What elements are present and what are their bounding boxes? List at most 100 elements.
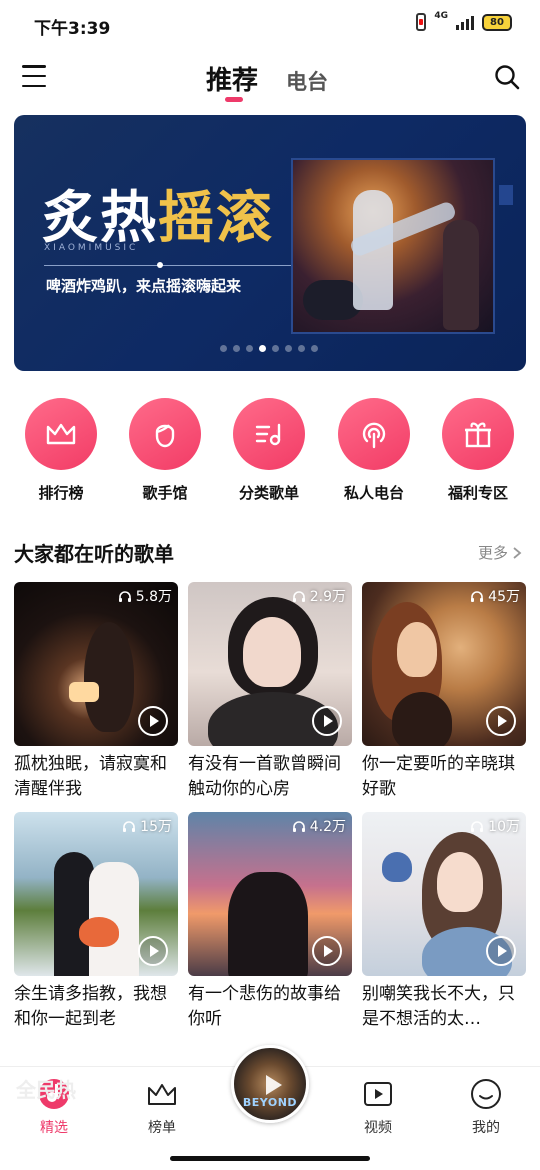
now-playing-disc[interactable]: BEYOND <box>231 1045 309 1123</box>
signal-icon <box>456 14 474 30</box>
play-count-value: 4.2万 <box>309 819 346 835</box>
playlist-cover: 2.9万 <box>188 582 352 746</box>
now-playing-cover-text: BEYOND <box>242 1096 298 1109</box>
playlist-cover: 10万 <box>362 812 526 976</box>
page-dot <box>298 345 305 352</box>
singer-icon <box>155 424 175 448</box>
playlist-title: 你一定要听的辛晓琪好歌 <box>362 754 515 799</box>
quick-entry-private-radio[interactable]: 私人电台 <box>322 398 426 503</box>
play-count-value: 45万 <box>488 589 520 605</box>
crown-icon <box>46 423 76 445</box>
play-count-value: 10万 <box>488 819 520 835</box>
category-playlist-icon <box>255 423 281 446</box>
quick-entry-singers[interactable]: 歌手馆 <box>113 398 217 503</box>
playlist-card[interactable]: 2.9万 有没有一首歌曾瞬间触动你的心房 <box>188 582 352 802</box>
banner-pagination <box>220 345 318 352</box>
nav-label: 精选 <box>40 1120 68 1136</box>
radio-icon <box>362 422 386 449</box>
play-count: 2.9万 <box>292 586 346 606</box>
quick-entry-label: 歌手馆 <box>142 484 188 502</box>
menu-icon[interactable] <box>22 65 46 87</box>
status-time: 下午3:39 <box>34 19 111 39</box>
promo-banner[interactable]: 炙热摇滚 XIAOMIMUSIC 啤酒炸鸡趴，来点摇滚嗨起来 <box>14 115 526 371</box>
banner-subtitle: 啤酒炸鸡趴，来点摇滚嗨起来 <box>46 277 242 295</box>
search-icon[interactable] <box>494 64 520 90</box>
playlist-card[interactable]: 5.8万 孤枕独眠，请寂寞和清醒伴我 <box>14 582 178 802</box>
page-dot <box>246 345 253 352</box>
network-type: 4G <box>434 11 448 21</box>
page-dot <box>220 345 227 352</box>
nav-label: 榜单 <box>148 1120 176 1136</box>
headphones-icon <box>292 820 305 832</box>
banner-divider-dot <box>157 262 163 268</box>
headphones-icon <box>123 820 136 832</box>
page-dot-active <box>259 345 266 352</box>
banner-decoration <box>499 185 513 205</box>
page-dot <box>233 345 240 352</box>
quick-entry-label: 福利专区 <box>447 484 508 502</box>
gift-icon <box>465 422 491 448</box>
quick-entry-welfare[interactable]: 福利专区 <box>426 398 530 503</box>
headphones-icon <box>471 590 484 602</box>
play-button[interactable] <box>312 936 342 966</box>
nav-video[interactable]: 视频 <box>338 1079 418 1137</box>
quick-entry-category-playlists[interactable]: 分类歌单 <box>217 398 321 503</box>
play-count: 4.2万 <box>292 816 346 836</box>
quick-entry-label: 排行榜 <box>38 484 84 502</box>
chart-crown-icon <box>148 1084 176 1105</box>
nav-profile[interactable]: 我的 <box>446 1079 526 1137</box>
playlist-card[interactable]: 10万 别嘲笑我长不大，只是不想活的太… <box>362 812 526 1032</box>
headphones-icon <box>292 590 305 602</box>
play-button[interactable] <box>138 706 168 736</box>
banner-divider <box>44 265 304 266</box>
play-count-value: 2.9万 <box>309 589 346 605</box>
banner-title-part1: 炙热 <box>42 185 158 251</box>
playlist-card[interactable]: 45万 你一定要听的辛晓琪好歌 <box>362 582 526 802</box>
playlist-cover: 15万 <box>14 812 178 976</box>
status-bar: 下午3:39 4G 80 <box>0 0 540 46</box>
play-button[interactable] <box>138 936 168 966</box>
video-icon <box>364 1082 392 1106</box>
playlist-cover: 4.2万 <box>188 812 352 976</box>
quick-entry-label: 分类歌单 <box>238 484 299 502</box>
playlist-card[interactable]: 15万 余生请多指教，我想和你一起到老 <box>14 812 178 1032</box>
tab-recommend[interactable]: 推荐 <box>206 60 258 97</box>
quick-entries: 排行榜 歌手馆 分类歌单 私人电台 福利专区 <box>0 398 540 508</box>
headphones-icon <box>471 820 484 832</box>
playlist-card[interactable]: 4.2万 有一个悲伤的故事给你听 <box>188 812 352 1032</box>
banner-image <box>291 158 495 334</box>
tab-radio[interactable]: 电台 <box>286 66 328 96</box>
playlist-cover: 5.8万 <box>14 582 178 746</box>
status-icons: 4G 80 <box>416 11 512 31</box>
nav-charts[interactable]: 榜单 <box>122 1079 202 1137</box>
page-dot <box>285 345 292 352</box>
active-tab-indicator <box>225 97 243 102</box>
next-section-hint: 全民热 <box>16 1078 76 1102</box>
play-count: 15万 <box>122 816 172 836</box>
play-count: 5.8万 <box>118 586 172 606</box>
battery-icon: 80 <box>482 13 512 31</box>
nav-label: 视频 <box>364 1120 392 1136</box>
playlist-title: 有没有一首歌曾瞬间触动你的心房 <box>188 754 341 799</box>
chevron-right-icon <box>513 546 522 559</box>
banner-brand-text: XIAOMIMUSIC <box>44 243 139 253</box>
page-dot <box>272 345 279 352</box>
page-dot <box>311 345 318 352</box>
play-count-value: 5.8万 <box>135 589 172 605</box>
playlist-title: 孤枕独眠，请寂寞和清醒伴我 <box>14 754 167 799</box>
play-icon <box>266 1075 282 1095</box>
play-button[interactable] <box>312 706 342 736</box>
section-title: 大家都在听的歌单 <box>14 542 174 566</box>
headphones-icon <box>118 590 131 602</box>
playlist-title: 余生请多指教，我想和你一起到老 <box>14 984 167 1029</box>
sim-icon <box>416 13 427 31</box>
playlist-cover: 45万 <box>362 582 526 746</box>
quick-entry-label: 私人电台 <box>343 484 404 502</box>
home-indicator[interactable] <box>170 1156 370 1161</box>
more-link[interactable]: 更多 <box>478 542 522 563</box>
play-button[interactable] <box>486 706 516 736</box>
play-count-value: 15万 <box>140 819 172 835</box>
quick-entry-charts[interactable]: 排行榜 <box>9 398 113 503</box>
play-button[interactable] <box>486 936 516 966</box>
play-count: 45万 <box>470 586 520 606</box>
